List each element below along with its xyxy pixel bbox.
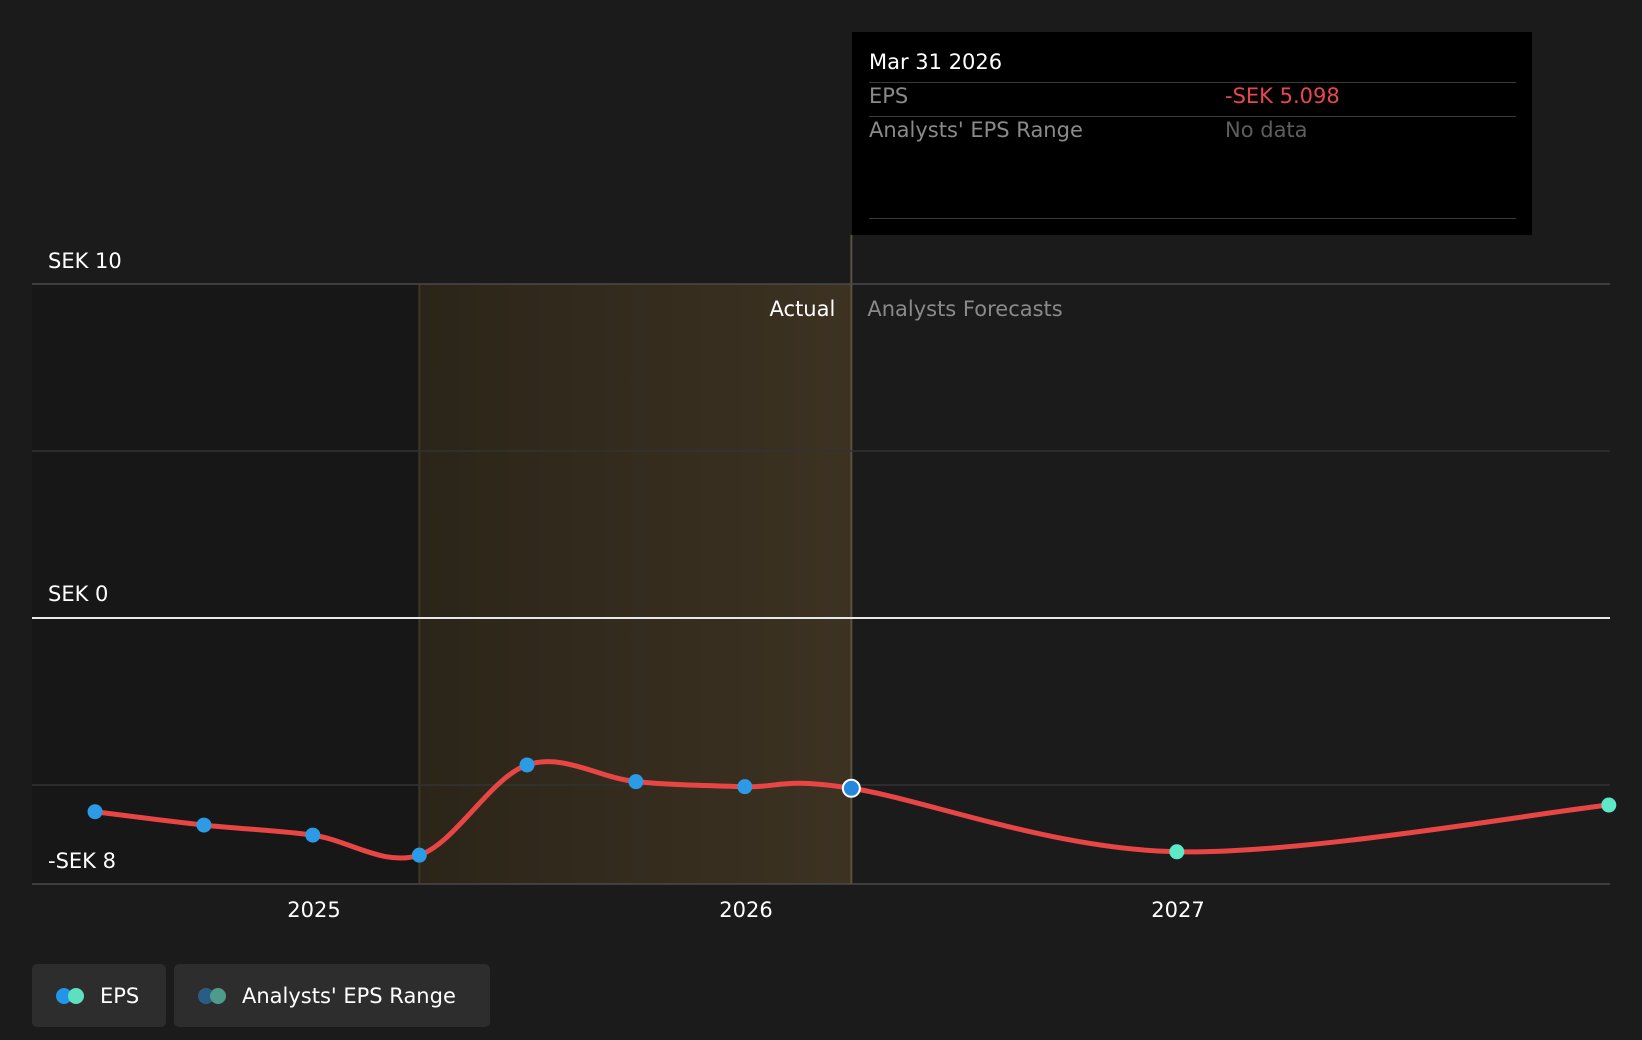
- forecast-region-label: Analysts Forecasts: [867, 297, 1062, 321]
- eps-chart-stage: SEK 10 SEK 0 -SEK 8 2025 2026 2027 Actua…: [0, 0, 1642, 1040]
- actual-region-label: Actual: [770, 297, 836, 321]
- tooltip-divider: [869, 116, 1516, 117]
- eps-point: [411, 847, 427, 863]
- eps-legend-icon: [56, 987, 88, 1005]
- tooltip-range-label: Analysts' EPS Range: [869, 118, 1083, 142]
- legend-label-eps-range: Analysts' EPS Range: [242, 983, 456, 1008]
- y-axis-label-bottom: -SEK 8: [48, 849, 116, 873]
- eps-point: [87, 804, 103, 820]
- tooltip-divider: [869, 82, 1516, 83]
- tooltip-eps-value: -SEK 5.098: [1225, 84, 1340, 108]
- legend-item-eps[interactable]: EPS: [32, 964, 166, 1027]
- tooltip-range-value: No data: [1225, 118, 1308, 142]
- legend-dot: [68, 987, 84, 1004]
- legend-dot: [210, 987, 226, 1004]
- eps-point: [737, 779, 753, 795]
- y-axis-label-zero: SEK 0: [48, 582, 108, 606]
- tooltip-divider: [869, 218, 1516, 219]
- eps-point: [305, 827, 321, 843]
- eps-range-legend-icon: [198, 987, 230, 1005]
- x-tick-label: 2027: [1151, 898, 1204, 922]
- legend-item-eps-range[interactable]: Analysts' EPS Range: [174, 964, 490, 1027]
- x-tick-label: 2025: [287, 898, 340, 922]
- eps-point: [196, 817, 212, 833]
- y-axis-label-top: SEK 10: [48, 249, 122, 273]
- tooltip-date: Mar 31 2026: [869, 50, 1003, 74]
- eps-forecast-point: [1169, 844, 1185, 860]
- eps-point: [628, 774, 644, 790]
- eps-point: [519, 757, 535, 773]
- x-tick-label: 2026: [719, 898, 772, 922]
- legend-label-eps: EPS: [100, 983, 140, 1008]
- eps-point-highlighted: [841, 778, 861, 798]
- tooltip: Mar 31 2026 EPS -SEK 5.098 Analysts' EPS…: [852, 32, 1532, 235]
- eps-forecast-point: [1601, 797, 1617, 813]
- highlight-region: [419, 284, 852, 884]
- tooltip-eps-label: EPS: [869, 84, 909, 108]
